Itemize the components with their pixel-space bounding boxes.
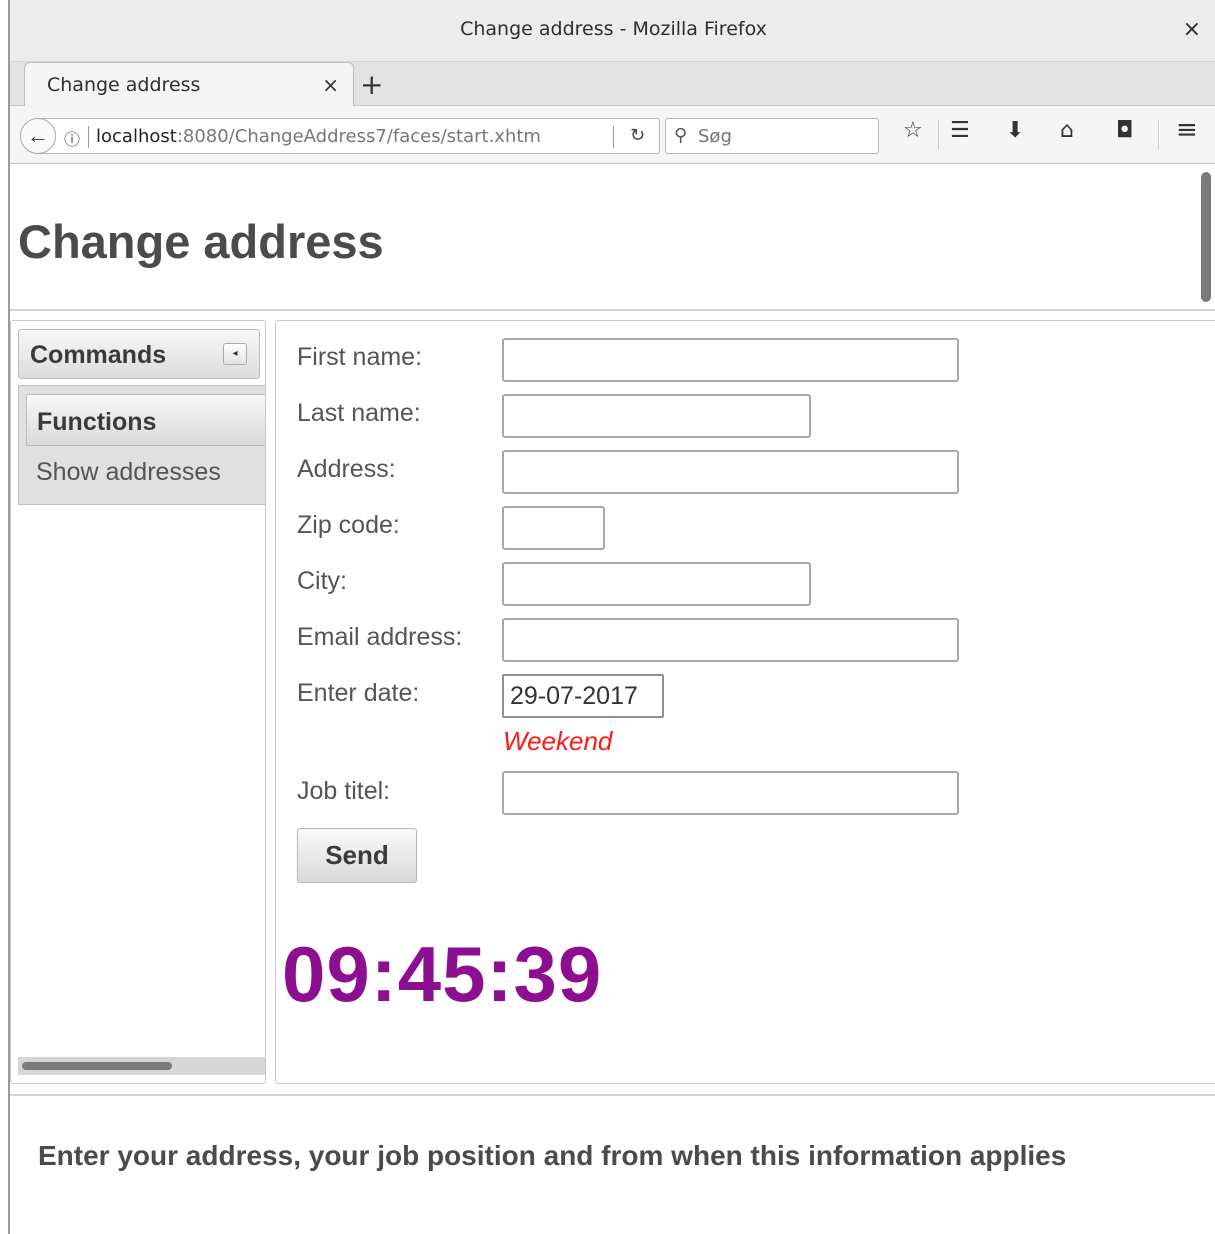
clock-display: 09:45:39	[282, 930, 603, 1018]
zip-code-field[interactable]	[502, 506, 605, 550]
horizontal-scrollbar[interactable]	[18, 1057, 265, 1075]
search-bar[interactable]: ⚲	[665, 118, 879, 154]
page-content: Change address Commands ◂ Functions Show…	[10, 164, 1215, 1234]
footer-instructions: Enter your address, your job position an…	[38, 1140, 1067, 1171]
url-host: localhost	[96, 126, 177, 147]
city-field[interactable]	[502, 562, 811, 606]
pocket-icon[interactable]: ◘	[1116, 118, 1133, 143]
sidebar-header-label: Commands	[30, 341, 167, 369]
browser-window: Change address - Mozilla Firefox × Chang…	[8, 0, 1215, 1234]
footer-panel: Enter your address, your job position an…	[10, 1094, 1215, 1234]
email-label: Email address:	[297, 623, 463, 651]
new-tab-button[interactable]: +	[360, 68, 383, 101]
page-header: Change address	[10, 164, 1215, 311]
job-title-label: Job titel:	[297, 777, 391, 805]
date-validation-message: Weekend	[503, 726, 613, 756]
url-path: :8080/ChangeAddress7/faces/start.xhtm	[176, 126, 541, 147]
home-icon[interactable]: ⌂	[1060, 118, 1074, 143]
job-title-field[interactable]	[502, 771, 959, 815]
url-separator	[88, 126, 89, 148]
date-label: Enter date:	[297, 679, 420, 707]
last-name-field[interactable]	[502, 394, 811, 438]
menu-icon[interactable]: ≡	[1176, 115, 1198, 145]
accordion-header-label: Functions	[37, 408, 157, 436]
last-name-label: Last name:	[297, 399, 421, 427]
city-label: City:	[297, 567, 347, 595]
accordion-header-functions[interactable]: Functions	[26, 394, 265, 446]
sidebar-header: Commands ◂	[18, 329, 260, 379]
url-bar[interactable]: ⓘ localhost:8080/ChangeAddress7/faces/st…	[38, 118, 660, 154]
downloads-icon[interactable]: ⬇	[1006, 118, 1024, 143]
form-panel: First name: Last name: Address: Zip code…	[275, 320, 1215, 1084]
send-button[interactable]: Send	[297, 828, 417, 883]
sidebar-panel: Commands ◂ Functions Show addresses	[10, 320, 266, 1084]
url-separator	[613, 126, 614, 148]
scrollbar-thumb[interactable]	[22, 1062, 172, 1070]
site-info-icon[interactable]: ⓘ	[64, 126, 80, 150]
window-close-icon[interactable]: ×	[1183, 17, 1201, 42]
address-label: Address:	[297, 455, 396, 483]
tab-bar: Change address × +	[10, 62, 1215, 107]
back-arrow-icon[interactable]: ←	[20, 118, 56, 154]
reload-icon[interactable]: ↻	[630, 125, 645, 146]
address-field[interactable]	[502, 450, 959, 494]
tab-change-address[interactable]: Change address ×	[24, 62, 354, 107]
accordion-panel: Functions Show addresses	[18, 385, 265, 505]
toolbar-separator	[938, 120, 939, 150]
zip-code-label: Zip code:	[297, 511, 400, 539]
first-name-field[interactable]	[502, 338, 959, 382]
url-text[interactable]: localhost:8080/ChangeAddress7/faces/star…	[96, 126, 566, 147]
date-field[interactable]	[502, 674, 664, 718]
search-input[interactable]	[698, 123, 868, 149]
navigation-toolbar: ⓘ localhost:8080/ChangeAddress7/faces/st…	[10, 106, 1215, 164]
collapse-icon[interactable]: ◂	[223, 343, 247, 365]
tab-label: Change address	[47, 74, 201, 96]
sidebar-item-show-addresses[interactable]: Show addresses	[36, 458, 221, 487]
first-name-label: First name:	[297, 343, 423, 371]
vertical-scrollbar[interactable]	[1201, 172, 1211, 302]
window-titlebar: Change address - Mozilla Firefox ×	[10, 0, 1215, 62]
search-icon: ⚲	[674, 125, 688, 146]
page-title: Change address	[18, 215, 384, 268]
toolbar-separator	[1158, 120, 1159, 150]
tab-close-icon[interactable]: ×	[322, 73, 339, 97]
reading-list-icon[interactable]: ☰	[950, 118, 970, 143]
window-title: Change address - Mozilla Firefox	[460, 18, 767, 40]
bookmark-star-icon[interactable]: ☆	[903, 118, 923, 143]
email-field[interactable]	[502, 618, 959, 662]
